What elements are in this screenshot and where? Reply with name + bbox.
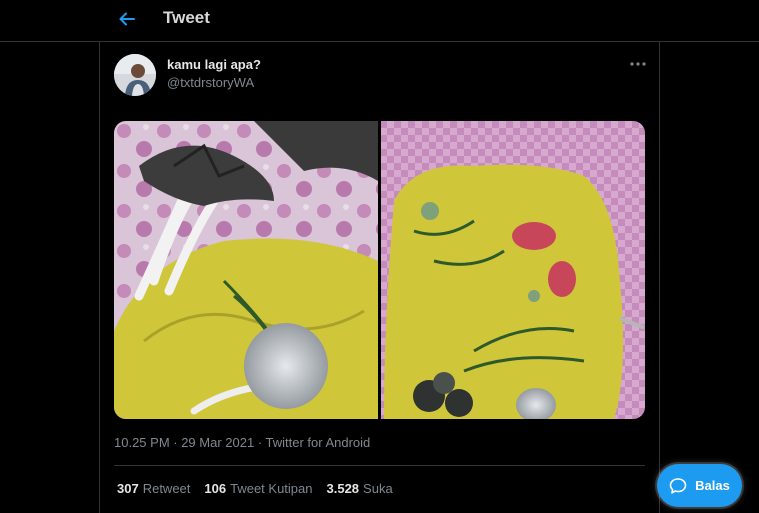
quotes-stat[interactable]: 106 Tweet Kutipan: [204, 481, 312, 496]
arrow-left-icon: [119, 12, 135, 26]
tweet-photo: [114, 121, 645, 419]
more-options-button[interactable]: [628, 54, 648, 74]
retweets-label: Retweet: [142, 481, 191, 496]
tweet-timestamp: 10.25 PM · 29 Mar 2021 · Twitter for And…: [114, 435, 371, 450]
avatar-photo: [114, 54, 156, 96]
reply-button-label: Balas: [695, 478, 730, 493]
page-title: Tweet: [163, 8, 210, 27]
retweets-count: 307: [117, 481, 139, 496]
quotes-label: Tweet Kutipan: [230, 481, 313, 496]
back-button[interactable]: [114, 6, 140, 32]
reply-button[interactable]: Balas: [657, 464, 742, 507]
tweet-media[interactable]: [114, 121, 645, 419]
avatar[interactable]: [114, 54, 156, 96]
tweet-stats: 307 Retweet 106 Tweet Kutipan 3.528 Suka: [117, 481, 407, 496]
likes-count: 3.528: [326, 481, 360, 496]
retweets-stat[interactable]: 307 Retweet: [117, 481, 190, 496]
likes-label: Suka: [363, 481, 393, 496]
user-handle[interactable]: @txtdrstoryWA: [167, 75, 254, 90]
divider: [114, 465, 645, 466]
likes-stat[interactable]: 3.528 Suka: [327, 481, 393, 496]
more-horizontal-icon: [630, 62, 646, 66]
top-bar: Tweet: [0, 0, 759, 42]
quotes-count: 106: [204, 481, 227, 496]
chat-bubble-icon: [669, 477, 687, 494]
display-name[interactable]: kamu lagi apa?: [167, 57, 261, 72]
